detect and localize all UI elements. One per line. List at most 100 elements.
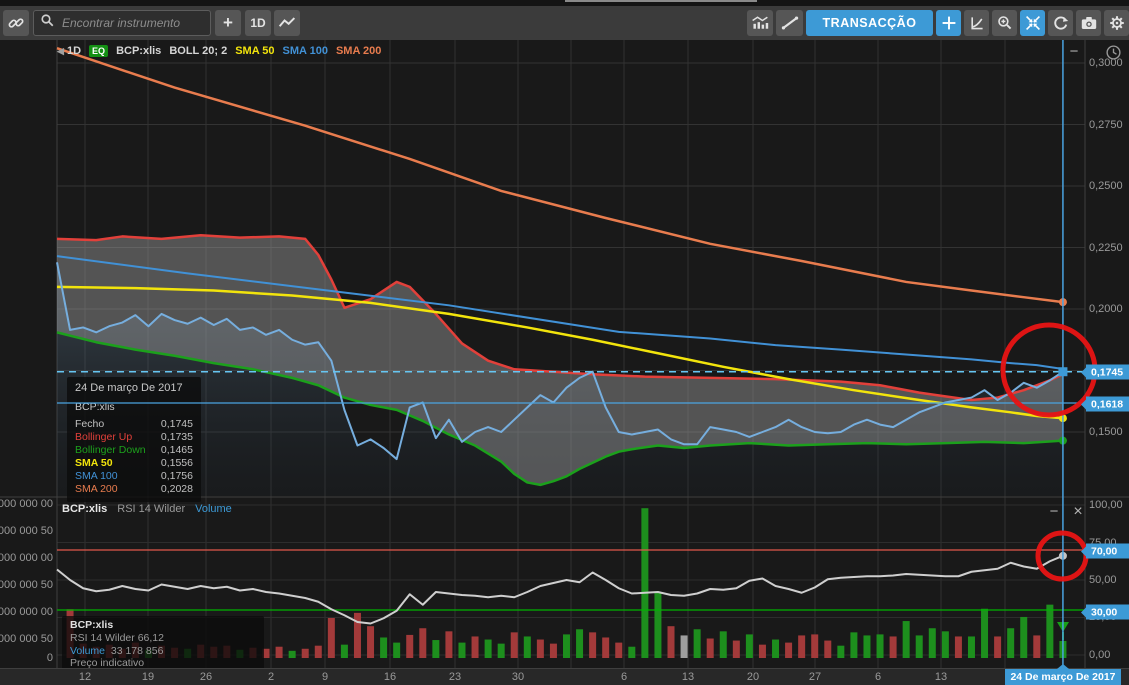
volume-bar: [733, 641, 740, 658]
window-top-divider: [565, 0, 757, 2]
search-input[interactable]: [60, 15, 204, 31]
lower-panel-close-button[interactable]: ×: [1070, 505, 1086, 519]
rsi-axis-label: 0,00: [1089, 649, 1110, 661]
volume-bar: [916, 635, 923, 658]
time-tick-label: 19: [142, 671, 154, 683]
volume-bar: [942, 631, 949, 658]
time-tick-label: 13: [935, 671, 947, 683]
lower-panel-minimize-button[interactable]: −: [1046, 505, 1062, 519]
time-tick-label: 13: [682, 671, 694, 683]
volume-bar: [328, 618, 335, 658]
volume-bar: [302, 649, 309, 658]
volume-bar: [276, 647, 283, 658]
crosshair-button[interactable]: [936, 10, 961, 36]
time-tick-label: 26: [200, 671, 212, 683]
volume-bar: [955, 636, 962, 658]
zoom-in-button[interactable]: [992, 10, 1017, 36]
volume-bar: [445, 631, 452, 658]
volume-axis-label: 50 000 000: [0, 579, 53, 591]
volume-bar: [602, 637, 609, 658]
rsi-line: [57, 556, 1063, 624]
time-tick-label: 23: [449, 671, 461, 683]
instrument-search[interactable]: [33, 10, 211, 36]
volume-bar: [393, 643, 400, 658]
volume-bar: [380, 637, 387, 658]
bollinger-indicator-label[interactable]: BOLL 20; 2: [169, 45, 227, 57]
chart-canvas[interactable]: [0, 40, 1129, 668]
time-axis[interactable]: 121926291623306132027613: [0, 668, 1129, 685]
volume-bar: [406, 635, 413, 658]
volume-bar: [550, 644, 557, 658]
volume-bar: [628, 647, 635, 658]
refresh-icon: [1053, 15, 1069, 31]
sma200-label[interactable]: SMA 200: [336, 45, 381, 57]
add-instrument-button[interactable]: +: [215, 10, 241, 36]
chart-interval-label[interactable]: 1D: [67, 45, 81, 57]
volume-bar: [746, 634, 753, 658]
rsi-axis-label: 100,00: [1089, 499, 1123, 511]
main-toolbar: + 1D TRANSACÇÃO: [0, 6, 1129, 40]
chart-symbol-label[interactable]: BCP:xlis: [116, 45, 161, 57]
time-tick-label: 9: [322, 671, 328, 683]
price-cursor-tag: 0,1618: [1086, 397, 1129, 412]
volume-bar: [850, 632, 857, 658]
bollinger-down-end-dot: [1059, 437, 1067, 445]
lower-symbol-label[interactable]: BCP:xlis: [62, 503, 107, 515]
snapshot-button[interactable]: [1076, 10, 1101, 36]
volume-value-row: Volume 33 178 856: [70, 645, 256, 658]
price-tooltip: 24 De março De 2017 BCP:xlis Fecho0,1745…: [67, 377, 201, 502]
lower-panel-header: BCP:xlis RSI 14 Wilder Volume: [62, 503, 232, 515]
price-axis-label: 0,2250: [1089, 242, 1123, 254]
refresh-button[interactable]: [1048, 10, 1073, 36]
tooltip-date: 24 De março De 2017: [75, 382, 193, 394]
search-icon: [40, 13, 55, 33]
link-button[interactable]: [3, 10, 29, 36]
trendline-icon: [781, 15, 799, 31]
chart-type-button[interactable]: [274, 10, 300, 36]
sma200-end-dot: [1059, 298, 1067, 306]
collapse-left-icon[interactable]: ◀: [57, 46, 64, 56]
gear-icon: [1109, 15, 1125, 31]
interval-button[interactable]: 1D: [245, 10, 271, 36]
volume-bar: [863, 635, 870, 658]
main-chart-minimize-button[interactable]: −: [1066, 45, 1082, 59]
time-tick-label: 30: [512, 671, 524, 683]
price-axis-label: 0,2000: [1089, 303, 1123, 315]
volume-bar: [785, 643, 792, 658]
volume-axis-label: 00 000 000: [0, 552, 53, 564]
volume-bar: [720, 631, 727, 658]
volume-axis-label: 50 000 000: [0, 633, 53, 645]
drawing-tool-button[interactable]: [776, 10, 803, 36]
volume-bar: [1046, 605, 1053, 658]
rsi-level-tag: 70,00: [1086, 544, 1129, 559]
rsi-volume-tooltip: BCP:xlis RSI 14 Wilder 66,12 Volume 33 1…: [62, 616, 264, 674]
line-chart-icon: [278, 15, 296, 31]
time-tick-label: 6: [621, 671, 627, 683]
volume-bar: [615, 643, 622, 658]
volume-bar: [472, 636, 479, 658]
volume-axis-label: 0: [0, 652, 53, 664]
collapse-icon: [1025, 15, 1041, 31]
cursor-date-tag: 24 De março De 2017: [1005, 669, 1121, 685]
settings-button[interactable]: [1104, 10, 1129, 36]
indicator-button[interactable]: [747, 10, 773, 36]
volume-bar: [524, 636, 531, 658]
volume-bar: [341, 645, 348, 658]
time-tick-label: 20: [747, 671, 759, 683]
sma50-end-dot: [1059, 414, 1067, 422]
indicator-chart-icon: [751, 15, 769, 31]
rsi-end-dot: [1059, 552, 1067, 560]
tooltip-row: Bollinger Down0,1465: [75, 444, 193, 457]
volume-bar: [929, 628, 936, 658]
tooltip-row: Bollinger Up0,1735: [75, 431, 193, 444]
curve-tool-button[interactable]: [964, 10, 989, 36]
link-icon: [7, 14, 25, 32]
volume-bar: [641, 508, 648, 658]
sma50-label[interactable]: SMA 50: [235, 45, 274, 57]
sma100-label[interactable]: SMA 100: [283, 45, 328, 57]
rsi-indicator-label[interactable]: RSI 14 Wilder: [117, 503, 185, 515]
fit-chart-button[interactable]: [1020, 10, 1045, 36]
volume-indicator-label[interactable]: Volume: [195, 503, 232, 515]
volume-bar: [1020, 617, 1027, 658]
transaction-button[interactable]: TRANSACÇÃO: [806, 10, 933, 36]
